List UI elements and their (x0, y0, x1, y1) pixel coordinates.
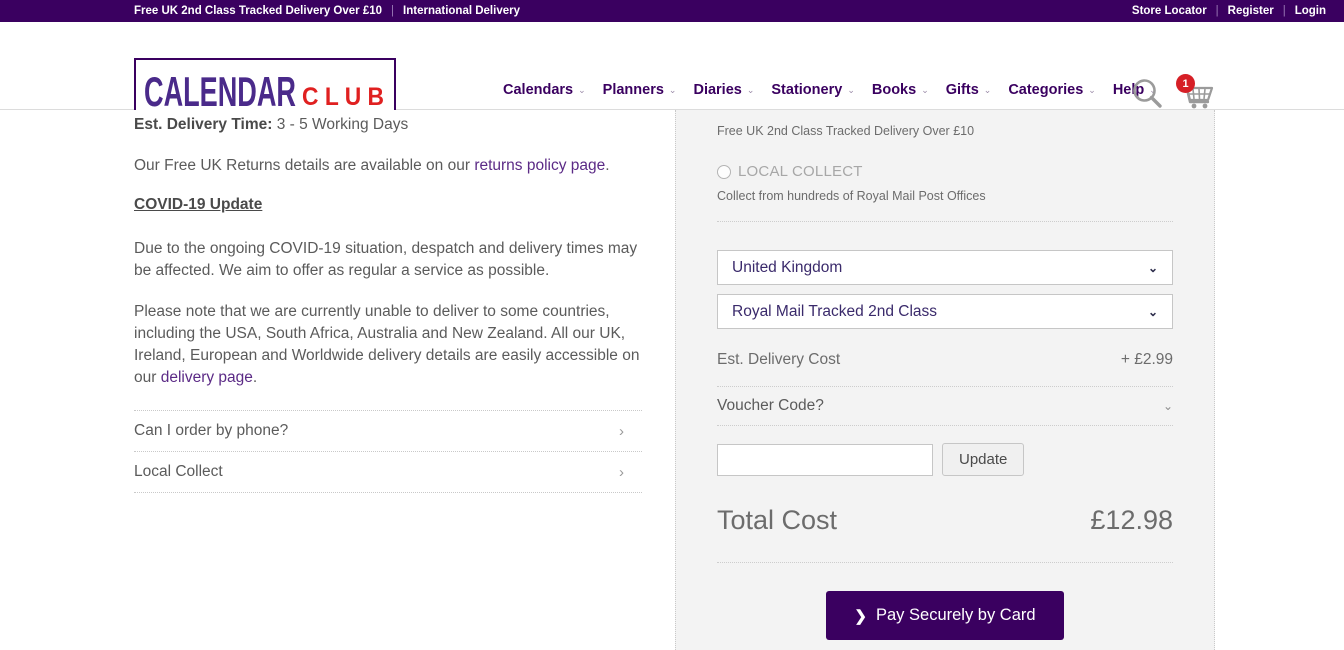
delivery-time-label: Est. Delivery Time: (134, 116, 273, 133)
order-summary-inner: Free UK 2nd Class Tracked Delivery Over … (676, 110, 1214, 640)
chevron-down-icon: ⌄ (983, 85, 992, 95)
delivery-method-select[interactable]: Royal Mail Tracked 2nd Class ⌄ (717, 294, 1173, 329)
voucher-code-toggle[interactable]: Voucher Code? ⌄ (717, 386, 1173, 426)
pay-button-wrapper: ❯ Pay Securely by Card (717, 591, 1173, 640)
chevron-down-icon: ⌄ (668, 85, 677, 95)
accordion-item-order-by-phone[interactable]: Can I order by phone? › (134, 411, 642, 452)
local-collect-option[interactable]: LOCAL COLLECT (717, 163, 1173, 180)
divider-after-local-collect (717, 221, 1173, 222)
search-icon[interactable] (1131, 77, 1164, 110)
cart-count-badge: 1 (1176, 74, 1195, 93)
voucher-code-input[interactable] (717, 443, 933, 476)
voucher-code-label: Voucher Code? (717, 397, 824, 414)
nav-label: Calendars (503, 82, 574, 98)
delivery-cost-value: + £2.99 (1120, 351, 1173, 368)
nav-label: Gifts (945, 82, 979, 98)
international-delivery-link[interactable]: International Delivery (403, 5, 520, 17)
page-body: Est. Delivery Time: 3 - 5 Working Days O… (0, 110, 1344, 650)
covid-heading: COVID-19 Update (134, 196, 263, 213)
nav-item-categories[interactable]: Categories ⌄ (1008, 82, 1096, 98)
chevron-down-icon: ⌄ (1088, 85, 1096, 95)
total-cost-label: Total Cost (717, 505, 838, 535)
pay-button-label: Pay Securely by Card (876, 606, 1036, 624)
topbar-left-group: Free UK 2nd Class Tracked Delivery Over … (134, 5, 520, 17)
returns-row: Our Free UK Returns details are availabl… (134, 155, 642, 177)
radio-button-icon[interactable] (717, 164, 731, 179)
free-delivery-note: Free UK 2nd Class Tracked Delivery Over … (717, 124, 975, 138)
logo-secondary-text: C L U B (302, 83, 384, 111)
faq-accordion: Can I order by phone? › Local Collect › (134, 410, 642, 493)
total-cost-value: £12.98 (1090, 505, 1173, 535)
chevron-down-icon: ⌄ (847, 85, 855, 95)
search-icon-svg (1133, 79, 1162, 108)
voucher-entry-row: Update (717, 443, 1173, 476)
chevron-down-icon: ⌄ (1162, 399, 1173, 413)
accordion-label: Local Collect (134, 463, 223, 480)
returns-policy-link[interactable]: returns policy page (474, 157, 605, 174)
chevron-right-icon: › (619, 422, 624, 440)
chevron-right-icon: › (619, 463, 624, 481)
local-collect-note: Collect from hundreds of Royal Mail Post… (717, 189, 986, 203)
nav-item-diaries[interactable]: Diaries ⌄ (693, 82, 754, 98)
site-header: CALENDAR C L U B Calendars ⌄ Planners ⌄ … (0, 22, 1344, 126)
top-promo-bar: Free UK 2nd Class Tracked Delivery Over … (0, 0, 1344, 22)
store-locator-link[interactable]: Store Locator (1132, 5, 1207, 17)
accordion-label: Can I order by phone? (134, 422, 289, 439)
returns-prefix: Our Free UK Returns details are availabl… (134, 157, 475, 174)
accordion-item-local-collect[interactable]: Local Collect › (134, 452, 642, 493)
topbar-separator-3: | (1282, 5, 1286, 17)
topbar-separator-2: | (1215, 5, 1219, 17)
chevron-down-icon: ⌄ (921, 85, 929, 95)
nav-item-calendars[interactable]: Calendars ⌄ (503, 82, 586, 98)
nav-label: Books (871, 82, 917, 98)
covid-para-2-suffix: . (252, 369, 258, 386)
delivery-method-select-value: Royal Mail Tracked 2nd Class (732, 302, 938, 320)
nav-item-gifts[interactable]: Gifts ⌄ (946, 82, 992, 98)
nav-item-books[interactable]: Books ⌄ (872, 82, 929, 98)
country-select-value: United Kingdom (732, 258, 843, 276)
chevron-down-icon: ⌄ (1147, 304, 1158, 319)
chevron-down-icon: ⌄ (1147, 260, 1158, 275)
nav-label: Planners (602, 82, 664, 98)
nav-item-planners[interactable]: Planners ⌄ (603, 82, 677, 98)
nav-label: Diaries (693, 82, 742, 98)
order-summary-panel: Free UK 2nd Class Tracked Delivery Over … (675, 110, 1215, 650)
logo-primary-text: CALENDAR (144, 68, 296, 115)
topbar-separator-1: | (391, 5, 395, 17)
covid-paragraph-2: Please note that we are currently unable… (134, 301, 642, 389)
update-button[interactable]: Update (942, 443, 1025, 476)
nav-label: Categories (1008, 82, 1084, 98)
promo-text: Free UK 2nd Class Tracked Delivery Over … (134, 5, 383, 17)
country-select[interactable]: United Kingdom ⌄ (717, 250, 1173, 285)
chevron-right-icon: ❯ (854, 607, 867, 625)
nav-label: Stationery (771, 82, 843, 98)
left-content-column: Est. Delivery Time: 3 - 5 Working Days O… (134, 110, 642, 493)
main-navigation: Calendars ⌄ Planners ⌄ Diaries ⌄ Station… (503, 82, 1157, 98)
chevron-down-icon: ⌄ (746, 85, 755, 95)
total-cost-row: Total Cost £12.98 (717, 505, 1173, 563)
nav-item-stationery[interactable]: Stationery ⌄ (771, 82, 854, 98)
delivery-page-link[interactable]: delivery page (161, 369, 253, 386)
topbar-right-group: Store Locator | Register | Login (1132, 5, 1326, 17)
delivery-time-row: Est. Delivery Time: 3 - 5 Working Days (134, 114, 642, 136)
delivery-cost-row: Est. Delivery Cost + £2.99 (717, 351, 1173, 369)
returns-suffix: . (605, 157, 610, 174)
login-link[interactable]: Login (1295, 5, 1326, 17)
logo-svg: CALENDAR C L U B (144, 68, 384, 115)
chevron-down-icon: ⌄ (578, 85, 586, 95)
covid-paragraph-1: Due to the ongoing COVID-19 situation, d… (134, 240, 638, 279)
delivery-cost-label: Est. Delivery Cost (717, 351, 841, 368)
register-link[interactable]: Register (1228, 5, 1274, 17)
local-collect-label: LOCAL COLLECT (738, 163, 863, 180)
delivery-time-value: 3 - 5 Working Days (272, 116, 409, 133)
pay-securely-by-card-button[interactable]: ❯ Pay Securely by Card (826, 591, 1064, 640)
